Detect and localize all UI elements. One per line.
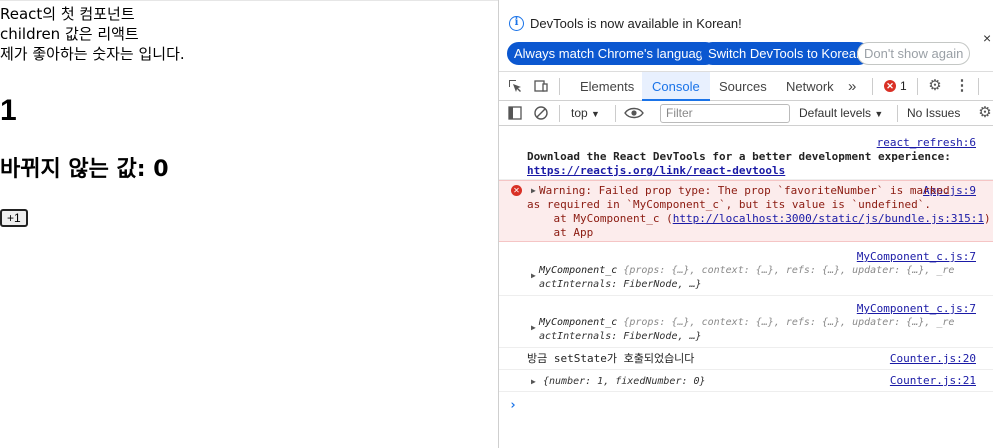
tabbar-divider xyxy=(978,78,979,95)
error-count[interactable]: 1 xyxy=(900,72,907,101)
react-devtools-link[interactable]: https://reactjs.org/link/react-devtools xyxy=(527,164,785,177)
eye-icon[interactable] xyxy=(623,105,645,121)
context-select[interactable]: top ▼ xyxy=(571,101,600,127)
expand-triangle-icon[interactable]: ▶ xyxy=(531,186,536,195)
tabbar-divider xyxy=(917,78,918,95)
console-settings-gear-icon[interactable]: ⚙ xyxy=(977,105,993,121)
console-message: Counter.js:21 ▶ {number: 1, fixedNumber:… xyxy=(499,370,993,392)
tab-elements[interactable]: Elements xyxy=(580,72,634,101)
source-link[interactable]: react_refresh:6 xyxy=(877,136,976,149)
text-first-component: React의 첫 컴포넌트 xyxy=(0,5,135,23)
tab-network[interactable]: Network xyxy=(786,72,834,101)
plus-one-button[interactable]: +1 xyxy=(0,209,28,227)
app-viewport: React의 첫 컴포넌트 children 값은 리액트 제가 좋아하는 숫자… xyxy=(0,0,498,448)
issues-counter[interactable]: No Issues xyxy=(907,101,960,126)
source-link[interactable]: MyComponent_c.js:7 xyxy=(857,250,976,263)
error-text: Warning: Failed prop type: The prop `fav… xyxy=(539,184,950,197)
console-error-message: ✕ ▶ App.js:9 Warning: Failed prop type: … xyxy=(499,180,993,242)
console-prompt-icon[interactable]: › xyxy=(509,398,517,413)
more-options-icon[interactable]: ⋮ xyxy=(954,78,970,94)
settings-gear-icon[interactable]: ⚙ xyxy=(927,78,943,94)
error-icon: ✕ xyxy=(511,185,522,196)
text-favorite-number: 제가 좋아하는 숫자는 입니다. xyxy=(0,45,185,63)
object-name: MyComponent_c xyxy=(539,265,618,276)
devtools-tabbar: Elements Console Sources Network » ✕ 1 ⚙… xyxy=(499,72,993,101)
object-preview-cont: actInternals: FiberNode, …} xyxy=(539,279,702,290)
more-tabs-button[interactable]: » xyxy=(848,72,856,101)
console-message: MyComponent_c.js:7 ▶ MyComponent_c {prop… xyxy=(499,296,993,348)
language-infobar: i DevTools is now available in Korean! A… xyxy=(499,0,993,72)
filterbar-divider xyxy=(615,105,616,122)
console-output: react_refresh:6 Download the React DevTo… xyxy=(499,126,993,448)
switch-to-korean-button[interactable]: Switch DevTools to Korean xyxy=(701,42,871,65)
info-icon: i xyxy=(509,16,524,31)
console-message: Counter.js:20 방금 setState가 호출되었습니다 xyxy=(499,348,993,370)
device-toolbar-icon[interactable] xyxy=(533,78,549,94)
stack-suffix: ) xyxy=(983,212,991,225)
expand-triangle-icon[interactable]: ▶ xyxy=(531,271,536,280)
stack-prefix: at MyComponent_c ( xyxy=(527,212,673,225)
default-levels-select[interactable]: Default levels ▼ xyxy=(799,101,883,127)
console-message: MyComponent_c.js:7 ▶ MyComponent_c {prop… xyxy=(499,244,993,296)
console-message: react_refresh:6 Download the React DevTo… xyxy=(499,128,993,180)
message-text: Download the React DevTools for a better… xyxy=(527,150,951,163)
counter-number: 1 xyxy=(0,94,17,127)
close-icon[interactable]: × xyxy=(983,30,991,46)
message-text: 방금 setState가 호출되었습니다 xyxy=(527,352,695,365)
object-preview-cont: actInternals: FiberNode, …} xyxy=(539,331,702,342)
levels-label: Default levels xyxy=(799,106,872,120)
object-preview[interactable]: {number: 1, fixedNumber: 0} xyxy=(543,375,706,388)
text-children-value: children 값은 리액트 xyxy=(0,25,139,43)
tabbar-divider xyxy=(872,78,873,95)
tabbar-divider xyxy=(559,78,560,95)
source-link[interactable]: Counter.js:21 xyxy=(890,374,976,387)
expand-triangle-icon[interactable]: ▶ xyxy=(531,377,536,386)
filterbar-divider xyxy=(559,105,560,122)
error-stack-line: at MyComponent_c (http://localhost:3000/… xyxy=(527,212,991,225)
infobar-message: DevTools is now available in Korean! xyxy=(530,16,742,31)
dont-show-again-button[interactable]: Don't show again xyxy=(857,42,971,65)
filter-input[interactable]: Filter xyxy=(660,104,790,123)
bundle-link[interactable]: http://localhost:3000/static/js/bundle.j… xyxy=(673,212,984,225)
always-match-language-button[interactable]: Always match Chrome's language xyxy=(507,42,718,65)
fixed-number-heading: 바뀌지 않는 값: 0 xyxy=(0,157,169,182)
caret-down-icon: ▼ xyxy=(874,109,884,119)
inspect-element-icon[interactable] xyxy=(507,78,523,94)
source-link[interactable]: Counter.js:20 xyxy=(890,352,976,365)
context-value: top xyxy=(571,106,588,120)
object-props: {props: {…}, context: {…}, refs: {…}, up… xyxy=(623,265,955,276)
error-badge-icon[interactable]: ✕ xyxy=(884,80,896,92)
caret-down-icon: ▼ xyxy=(591,109,600,119)
object-preview[interactable]: MyComponent_c {props: {…}, context: {…},… xyxy=(539,316,954,329)
filterbar-divider xyxy=(897,105,898,122)
source-link[interactable]: MyComponent_c.js:7 xyxy=(857,302,976,315)
error-stack-line: at App xyxy=(527,226,594,239)
object-name: MyComponent_c xyxy=(539,317,618,328)
error-text: as required in `MyComponent_c`, but its … xyxy=(527,198,931,211)
expand-triangle-icon[interactable]: ▶ xyxy=(531,323,536,332)
sidebar-toggle-icon[interactable] xyxy=(507,105,523,121)
tab-sources[interactable]: Sources xyxy=(719,72,767,101)
devtools-panel: i DevTools is now available in Korean! A… xyxy=(498,0,993,448)
tab-console[interactable]: Console xyxy=(642,72,710,101)
clear-console-icon[interactable] xyxy=(533,105,549,121)
object-preview[interactable]: MyComponent_c {props: {…}, context: {…},… xyxy=(539,264,954,277)
console-filterbar: top ▼ Filter Default levels ▼ No Issues … xyxy=(499,101,993,126)
object-props: {props: {…}, context: {…}, refs: {…}, up… xyxy=(623,317,955,328)
